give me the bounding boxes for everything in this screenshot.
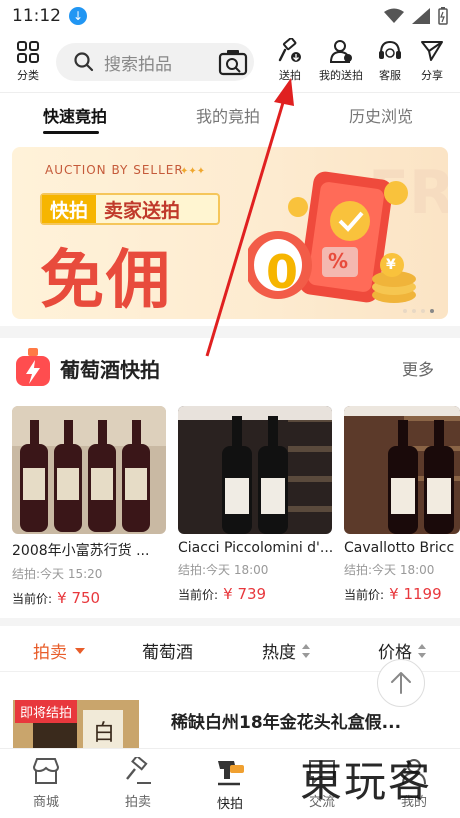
product-name: Cavallotto Bricc [344,540,455,556]
signal-icon [412,8,430,24]
tab-history[interactable]: 历史浏览 [349,103,413,127]
product-end-time: 结拍:今天 18:00 [178,563,269,577]
share-button[interactable]: 分享 [414,38,450,83]
gavel-icon [126,757,151,784]
status-icons [384,7,448,25]
product-image [178,406,332,534]
wine-flash-icon [16,348,50,386]
product-image [344,406,460,534]
product-end-time: 结拍:今天 15:20 [12,567,103,581]
product-price-row: 当前价: ¥ 739 [178,584,332,603]
banner-pager [403,309,434,313]
tab-my-auction[interactable]: 我的竟拍 [196,103,260,127]
product-price: ¥ 750 [57,589,101,607]
caret-down-icon [75,647,85,654]
banner-headline: 免佣 [40,244,172,318]
banner-dot [403,309,407,313]
filter-heat-label: 热度 [262,643,296,663]
arrow-up-icon [391,672,411,694]
share-label: 分享 [421,69,443,82]
banner-dot-active [430,309,434,313]
wine-section-header: 葡萄酒快拍 更多 [0,338,460,396]
nav-auction-label: 拍卖 [124,795,151,810]
top-bar: 分类 搜索拍品 送拍 我的送拍 客服 分享 [0,32,460,92]
product-card[interactable]: 2008年小富苏行货 ... 结拍:今天 15:20 当前价: ¥ 750 [12,406,166,607]
svg-text:白: 白 [93,721,115,746]
sort-icon [302,643,310,658]
search-icon [74,52,94,72]
tab-quick-auction[interactable]: 快速竟拍 [43,103,107,127]
promo-banner[interactable]: AUCTION BY SELLER ✦✦✦ 快拍 卖家送拍 免佣 FREE 0 … [12,147,448,319]
status-time: 11:12 [12,6,61,26]
banner-top-text: AUCTION BY SELLER [45,163,184,177]
auction-hammer-icon [278,38,301,62]
stars-icon: ✦✦✦ [180,166,205,175]
product-price: ¥ 1199 [389,585,442,603]
tab-bar: 快速竟拍 我的竟拍 历史浏览 [0,92,460,136]
customer-service-button[interactable]: 客服 [372,38,408,83]
download-icon: ↓ [69,7,87,25]
section-title: 葡萄酒快拍 [60,358,160,382]
product-price-row: 当前价: ¥ 750 [12,588,166,607]
search-placeholder: 搜索拍品 [104,54,172,75]
product-image [12,406,166,534]
banner-zero-text: 0 [266,245,299,299]
search-input[interactable]: 搜索拍品 [56,43,254,81]
banner-pill: 快拍 卖家送拍 [40,193,220,225]
filter-wine[interactable]: 葡萄酒 [142,638,193,663]
banner-dot [412,309,416,313]
shop-icon [32,758,60,784]
product-card[interactable]: Cavallotto Bricc 结拍:今天 18:00 当前价: ¥ 1199 [344,406,460,603]
grid-icon [17,41,39,63]
sort-icon [418,643,426,658]
my-auctions-button[interactable]: 我的送拍 [314,38,368,83]
send-auction-button[interactable]: 送拍 [270,38,310,83]
filter-heat[interactable]: 热度 [262,638,310,663]
product-card[interactable]: Ciacci Piccolomini d'... 结拍:今天 18:00 当前价… [178,406,332,603]
category-label: 分类 [17,69,39,82]
nav-quick-auction[interactable]: 快拍 [184,749,276,818]
banner-coin-text: ¥ [386,257,396,273]
battery-icon [438,7,448,25]
banner-pill-seller: 卖家送拍 [104,199,181,222]
ending-soon-badge: 即将结拍 [15,700,78,723]
nav-quick-auction-label: 快拍 [216,797,243,812]
user-icon [329,40,352,63]
headset-icon [379,40,401,59]
product-name: Ciacci Piccolomini d'... [178,540,332,556]
product-end-time: 结拍:今天 18:00 [344,563,435,577]
nav-shop-label: 商城 [32,795,59,810]
product-price: ¥ 739 [223,585,267,603]
banner-dot [421,309,425,313]
send-auction-label: 送拍 [279,69,301,82]
wifi-icon [384,8,404,23]
banner-pill-quick: 快拍 [42,195,97,223]
more-link[interactable]: 更多 [402,356,434,380]
price-label: 当前价: [12,592,53,606]
category-button[interactable]: 分类 [8,40,48,83]
price-label: 当前价: [344,588,385,602]
nav-auction[interactable]: 拍卖 [92,749,184,818]
share-icon [421,41,443,61]
my-auctions-label: 我的送拍 [319,69,363,82]
product-price-row: 当前价: ¥ 1199 [344,584,460,603]
filter-auction[interactable]: 拍卖 [33,638,85,663]
list-item-title[interactable]: 稀缺白州18年金花头礼盒假... [171,708,401,733]
scroll-top-button[interactable] [377,659,425,707]
tab-underline [43,131,99,134]
price-label: 当前价: [178,588,219,602]
filter-wine-label: 葡萄酒 [142,643,193,663]
customer-service-label: 客服 [379,69,401,82]
camera-search-icon[interactable] [218,48,248,76]
product-name: 2008年小富苏行货 ... [12,543,150,559]
filter-auction-label: 拍卖 [33,643,67,663]
banner-percent-text: % [328,249,349,273]
nav-shop[interactable]: 商城 [0,749,92,818]
watermark: 東玩客 [300,757,433,806]
svg-text:✦✦✦: ✦✦✦ [180,166,205,175]
quick-auction-icon [218,761,244,786]
status-bar: 11:12 ↓ [0,0,460,32]
